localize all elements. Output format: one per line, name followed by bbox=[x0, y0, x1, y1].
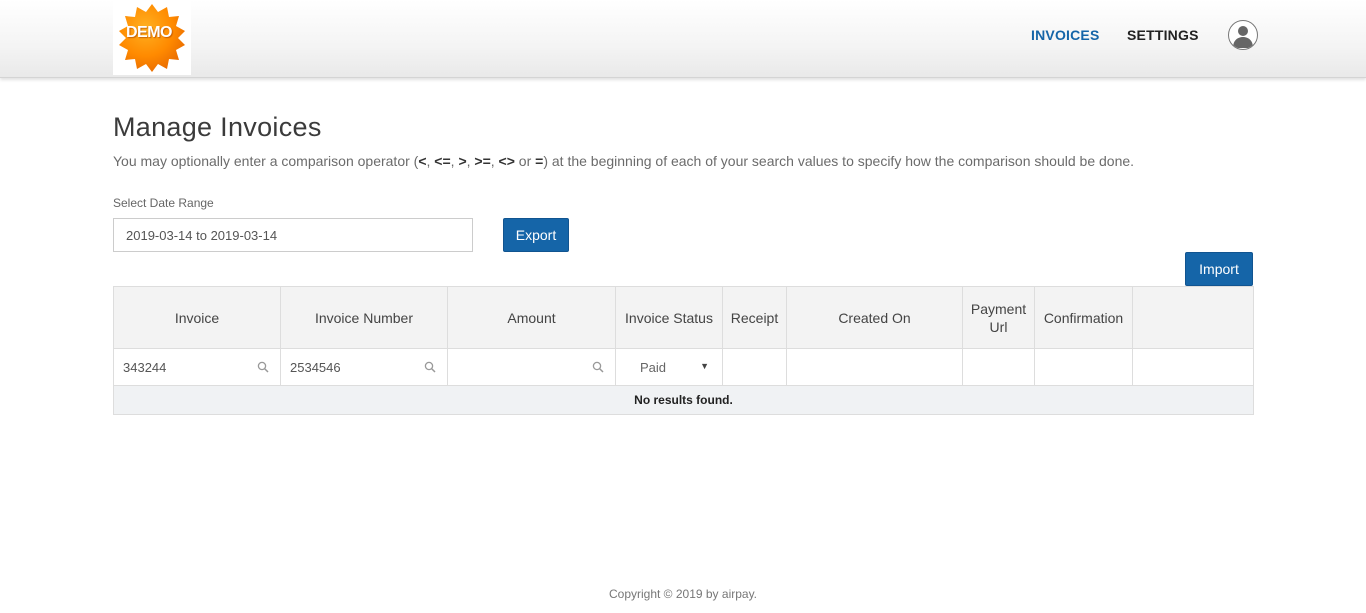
footer-copyright: Copyright © 2019 by airpay. bbox=[608, 587, 758, 601]
logo[interactable]: DEMO bbox=[113, 0, 191, 75]
filter-cell-confirmation bbox=[1034, 348, 1133, 386]
page-description: You may optionally enter a comparison op… bbox=[113, 153, 1135, 169]
logo-text: DEMO bbox=[126, 24, 173, 41]
nav-invoices-link[interactable]: INVOICES bbox=[1031, 27, 1100, 43]
invoice-number-filter-input[interactable] bbox=[281, 349, 447, 385]
date-range-input[interactable] bbox=[113, 218, 473, 252]
header-invoice-status[interactable]: Invoice Status bbox=[615, 286, 723, 349]
user-avatar-icon[interactable] bbox=[1228, 20, 1258, 50]
invoice-filter-input[interactable] bbox=[114, 349, 280, 385]
filter-cell-amount bbox=[447, 348, 616, 386]
import-button[interactable]: Import bbox=[1185, 252, 1253, 286]
invoice-status-selected: Paid bbox=[640, 359, 667, 375]
header-confirmation[interactable]: Confirmation bbox=[1034, 286, 1133, 349]
invoice-status-select[interactable]: Paid ▼ bbox=[616, 349, 722, 385]
filter-cell-invoice-status: Paid ▼ bbox=[615, 348, 723, 386]
empty-results-row: No results found. bbox=[113, 385, 1254, 415]
filter-cell-actions bbox=[1132, 348, 1254, 386]
filter-cell-invoice bbox=[113, 348, 281, 386]
header-payment-url[interactable]: Payment Url bbox=[962, 286, 1035, 349]
chevron-down-icon: ▼ bbox=[700, 361, 709, 371]
header-receipt[interactable]: Receipt bbox=[722, 286, 787, 349]
header-created-on[interactable]: Created On bbox=[786, 286, 963, 349]
nav-settings-link[interactable]: SETTINGS bbox=[1127, 27, 1199, 43]
page-title: Manage Invoices bbox=[113, 112, 322, 142]
filter-cell-created-on bbox=[786, 348, 963, 386]
search-icon bbox=[592, 361, 604, 373]
user-silhouette-icon bbox=[1233, 26, 1253, 48]
invoices-table: Invoice Invoice Number Amount Invoice St… bbox=[113, 286, 1254, 415]
filter-cell-invoice-number bbox=[280, 348, 448, 386]
export-button[interactable]: Export bbox=[503, 218, 569, 252]
amount-filter-input[interactable] bbox=[448, 349, 615, 385]
header-invoice-number[interactable]: Invoice Number bbox=[280, 286, 448, 349]
filter-row: Paid ▼ bbox=[113, 348, 1254, 386]
no-results-message: No results found. bbox=[113, 385, 1254, 415]
filter-cell-receipt bbox=[722, 348, 787, 386]
search-icon bbox=[424, 361, 436, 373]
header-amount[interactable]: Amount bbox=[447, 286, 616, 349]
date-range-label: Select Date Range bbox=[113, 196, 214, 210]
table-header-row: Invoice Invoice Number Amount Invoice St… bbox=[113, 286, 1254, 349]
header-actions bbox=[1132, 286, 1254, 349]
top-navbar: DEMO INVOICES SETTINGS bbox=[0, 0, 1366, 78]
search-icon bbox=[257, 361, 269, 373]
filter-cell-payment-url bbox=[962, 348, 1035, 386]
header-invoice[interactable]: Invoice bbox=[113, 286, 281, 349]
